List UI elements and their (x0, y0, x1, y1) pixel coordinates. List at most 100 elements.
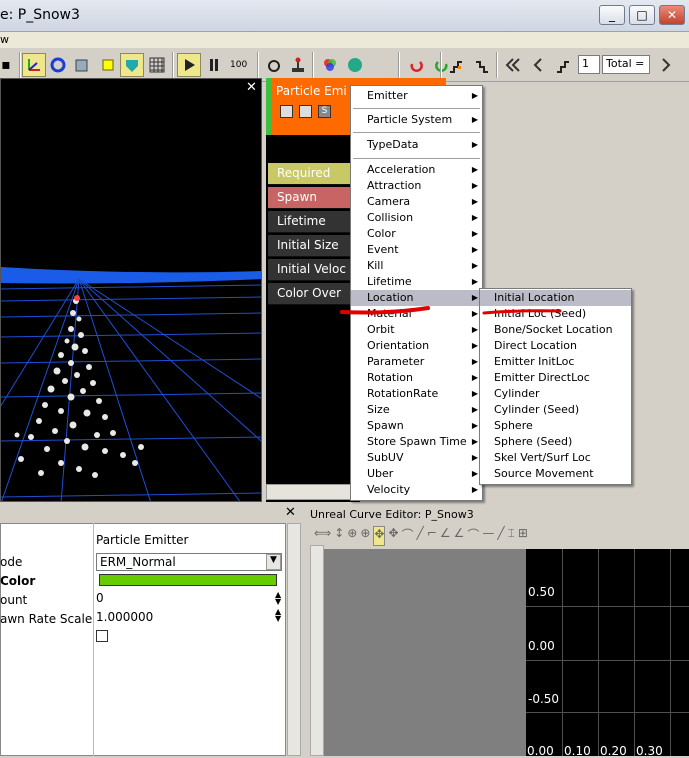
show-all-icon[interactable]: ⌶ (508, 526, 515, 546)
submenu-item-source-movement[interactable]: Source Movement (480, 466, 631, 482)
menu-item-typedata[interactable]: TypeData ▶ (351, 137, 482, 153)
spinner-icon[interactable]: ▲ ▼ (275, 591, 281, 606)
module-spawn[interactable]: Spawn (268, 187, 358, 209)
emitter-horizontal-scrollbar[interactable] (266, 484, 360, 500)
zoom-mode-icon[interactable]: ✥ (388, 526, 398, 546)
menu-item-lifetime[interactable]: Lifetime ▶ (351, 274, 482, 290)
straighten-icon[interactable]: ╱ (497, 526, 504, 546)
fit-horizontal-icon[interactable]: ⟺ (314, 526, 331, 546)
menu-item-subuv[interactable]: SubUV ▶ (351, 450, 482, 466)
clamped-icon[interactable]: ⌒ (467, 526, 479, 546)
next-lod-icon[interactable] (654, 53, 678, 77)
menu-item-rotation[interactable]: Rotation ▶ (351, 370, 482, 386)
property-value[interactable]: 1.000000 (96, 610, 153, 624)
emitter-color-swatch[interactable] (99, 574, 277, 586)
submenu-item-skel-vert-surf-loc[interactable]: Skel Vert/Surf Loc (480, 450, 631, 466)
menu-item-rotationrate[interactable]: RotationRate ▶ (351, 386, 482, 402)
menu-item-kill[interactable]: Kill ▶ (351, 258, 482, 274)
menu-item-collision[interactable]: Collision ▶ (351, 210, 482, 226)
property-name: ode (0, 555, 23, 569)
emitter-enabled-strip (266, 78, 271, 135)
property-category: Particle Emitter (96, 533, 189, 547)
auto-tangent-icon[interactable]: ⌒ (402, 526, 414, 546)
lod-add-icon[interactable] (551, 53, 575, 77)
emitter-render-mode-icon[interactable] (299, 105, 312, 118)
user-tangent-icon[interactable]: ∠ (440, 526, 451, 546)
property-value[interactable]: 0 (96, 591, 104, 605)
emitter-solo-icon[interactable]: S (318, 105, 331, 118)
zoom-icon[interactable]: ⊕ (360, 526, 370, 546)
menu-item-orientation[interactable]: Orientation ▶ (351, 338, 482, 354)
joystick-icon[interactable] (286, 53, 310, 77)
menu-item-attraction[interactable]: Attraction ▶ (351, 178, 482, 194)
bounds-icon[interactable] (70, 53, 94, 77)
pan-icon[interactable]: ✥ (373, 526, 386, 546)
module-required[interactable]: Required (268, 163, 358, 185)
save-icon[interactable]: ▪ (0, 53, 18, 77)
create-tab-icon[interactable]: ⊞ (518, 526, 528, 546)
properties-close-icon[interactable]: ✕ (285, 505, 296, 520)
rgb-icon[interactable] (318, 53, 342, 77)
module-initial-velocity[interactable]: Initial Veloc (268, 259, 358, 281)
submenu-item-sphere[interactable]: Sphere (480, 418, 631, 434)
prev-lod-icon[interactable] (526, 53, 550, 77)
submenu-item-emitter-directloc[interactable]: Emitter DirectLoc (480, 370, 631, 386)
fit-vertical-icon[interactable]: ↕ (334, 526, 344, 546)
menu-item-acceleration[interactable]: Acceleration ▶ (351, 162, 482, 178)
property-name: Color (0, 574, 36, 588)
curve-list-scrollbar[interactable] (310, 545, 324, 756)
module-initial-size[interactable]: Initial Size (268, 235, 358, 257)
viewport-close-icon[interactable]: ✕ (246, 80, 257, 95)
background-icon[interactable] (120, 53, 144, 77)
play-icon[interactable] (177, 53, 201, 77)
first-lod-icon[interactable] (501, 53, 525, 77)
submenu-item-cylinder[interactable]: Cylinder (480, 386, 631, 402)
menu-item-velocity[interactable]: Velocity ▶ (351, 482, 482, 498)
menu-item-parameter[interactable]: Parameter ▶ (351, 354, 482, 370)
submenu-item-bone-socket-location[interactable]: Bone/Socket Location (480, 322, 631, 338)
wireframe-icon[interactable] (96, 53, 120, 77)
submenu-item-direct-location[interactable]: Direct Location (480, 338, 631, 354)
sphere-icon[interactable] (343, 53, 367, 77)
chevron-down-icon[interactable]: ▼ (266, 554, 281, 570)
emitter-enable-checkbox[interactable] (280, 105, 293, 118)
menu-item-spawn[interactable]: Spawn ▶ (351, 418, 482, 434)
property-checkbox[interactable] (96, 630, 108, 642)
flatten-icon[interactable]: — (482, 526, 494, 546)
menu-item-store-spawn-time[interactable]: Store Spawn Time ▶ (351, 434, 482, 450)
maximize-button[interactable]: □ (629, 5, 655, 25)
menu-item-uber[interactable]: Uber ▶ (351, 466, 482, 482)
menu-item-view[interactable]: w (0, 33, 9, 46)
submenu-item-cylinder-seed[interactable]: Cylinder (Seed) (480, 402, 631, 418)
menu-item-event[interactable]: Event ▶ (351, 242, 482, 258)
loop-icon[interactable] (262, 53, 286, 77)
lod-index-input[interactable]: 1 (578, 55, 600, 74)
linear-icon[interactable]: ╱ (417, 526, 424, 546)
close-button[interactable]: ✕ (659, 5, 685, 25)
module-lifetime[interactable]: Lifetime (268, 211, 358, 233)
break-tangent-icon[interactable]: ∠ (454, 526, 465, 546)
constant-icon[interactable]: ⌐ (427, 526, 437, 546)
undo-icon[interactable] (404, 53, 428, 77)
grid-icon[interactable] (145, 53, 169, 77)
menu-item-size[interactable]: Size ▶ (351, 402, 482, 418)
menu-item-camera[interactable]: Camera ▶ (351, 194, 482, 210)
preview-viewport[interactable] (0, 78, 262, 502)
properties-scrollbar[interactable] (287, 523, 301, 756)
menu-item-particle-system[interactable]: Particle System ▶ (351, 112, 482, 128)
orbit-icon[interactable] (46, 53, 70, 77)
lod-lower-icon[interactable] (470, 53, 494, 77)
menu-item-emitter[interactable]: Emitter ▶ (351, 88, 482, 104)
submenu-item-emitter-initloc[interactable]: Emitter InitLoc (480, 354, 631, 370)
spinner-icon[interactable]: ▲ ▼ (275, 608, 281, 623)
fit-all-icon[interactable]: ⊕ (347, 526, 357, 546)
submenu-item-sphere-seed[interactable]: Sphere (Seed) (480, 434, 631, 450)
menu-item-orbit[interactable]: Orbit ▶ (351, 322, 482, 338)
minimize-button[interactable]: _ (599, 5, 625, 25)
render-mode-select[interactable]: ERM_Normal (96, 553, 282, 571)
axes-icon[interactable] (22, 53, 46, 77)
lod-higher-icon[interactable] (444, 53, 468, 77)
pause-icon[interactable] (202, 53, 226, 77)
menu-item-color[interactable]: Color ▶ (351, 226, 482, 242)
y-axis-label: 0.00 (528, 639, 555, 653)
